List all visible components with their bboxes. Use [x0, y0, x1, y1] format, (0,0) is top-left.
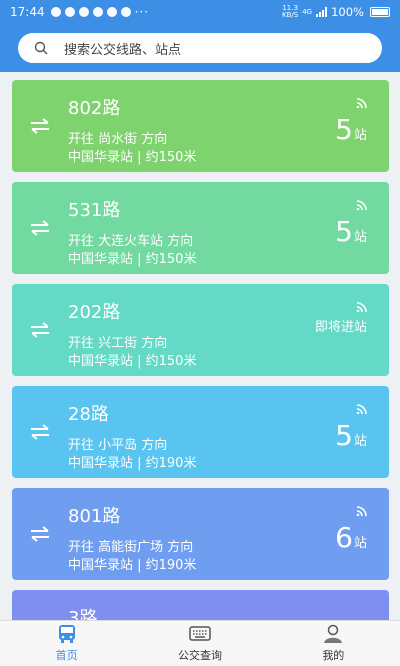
route-card-3[interactable]: 3路	[12, 590, 389, 620]
tab-label: 公交查询	[177, 649, 222, 662]
status-time: 17:44	[10, 5, 45, 19]
bus-icon	[58, 625, 75, 643]
route-card-28[interactable]: 28路 开往 小平岛 方向 中国华录站 | 约190米 5 站	[12, 386, 389, 478]
wechat-icon	[106, 7, 117, 17]
notification-icons	[50, 7, 131, 17]
route-direction: 开往 高能街广场 方向	[68, 540, 194, 555]
swap-direction-icon	[31, 220, 49, 236]
battery-level: 100%	[331, 5, 364, 19]
app-icon	[92, 7, 103, 17]
swap-direction-icon	[31, 526, 49, 542]
route-direction: 开往 小平岛 方向	[68, 438, 168, 453]
eta: 5 站	[335, 218, 367, 246]
route-name: 28路	[68, 404, 109, 425]
eta-unit: 站	[353, 536, 367, 551]
status-bar: 17:44 ··· 11.3 KB/S 4G 100%	[0, 0, 400, 24]
notification-icon	[50, 7, 61, 17]
swap-direction-icon	[31, 118, 49, 134]
tab-home[interactable]: 首页	[0, 621, 133, 666]
route-name: 801路	[68, 506, 121, 527]
route-name: 802路	[68, 98, 121, 119]
route-direction: 开往 大连火车站 方向	[68, 234, 194, 249]
network-type: 4G	[302, 8, 313, 16]
eta-stops: 5	[335, 113, 353, 146]
route-list[interactable]: 802路 开往 尚水街 方向 中国华录站 | 约150米 5 站 531路 开往…	[0, 72, 400, 620]
eta-unit: 站	[353, 230, 367, 245]
tab-label: 我的	[322, 649, 345, 662]
search-icon	[34, 41, 48, 55]
eta-stops: 5	[335, 215, 353, 248]
realtime-signal-icon	[356, 98, 367, 108]
route-name: 202路	[68, 302, 121, 323]
route-card-801[interactable]: 801路 开往 高能街广场 方向 中国华录站 | 约190米 6 站	[12, 488, 389, 580]
location-icon	[64, 7, 75, 17]
user-icon	[324, 624, 343, 643]
tab-mine[interactable]: 我的	[267, 621, 400, 666]
more-notifications-icon: ···	[134, 5, 150, 19]
route-direction: 开往 兴工街 方向	[68, 336, 168, 351]
realtime-signal-icon	[356, 506, 367, 516]
battery-icon	[370, 7, 390, 17]
eta-stops: 5	[335, 419, 353, 452]
realtime-signal-icon	[356, 404, 367, 414]
net-speed: 11.3 KB/S	[282, 4, 299, 19]
eta: 即将进站	[315, 316, 367, 335]
eta-stops: 6	[335, 521, 353, 554]
route-station: 中国华录站 | 约190米	[68, 456, 197, 471]
tab-label: 首页	[55, 649, 78, 662]
swap-direction-icon	[31, 424, 49, 440]
search-placeholder: 搜索公交线路、站点	[64, 42, 182, 58]
keyboard-icon	[189, 626, 211, 641]
app-icon	[78, 7, 89, 17]
eta-unit: 站	[353, 128, 367, 143]
signal-icon	[316, 7, 328, 17]
cloud-icon	[120, 7, 131, 17]
eta: 5 站	[335, 422, 367, 450]
eta-unit: 站	[353, 434, 367, 449]
eta-message: 即将进站	[314, 320, 367, 335]
search-bar[interactable]: 搜索公交线路、站点	[18, 33, 382, 63]
route-card-202[interactable]: 202路 开往 兴工街 方向 中国华录站 | 约150米 即将进站	[12, 284, 389, 376]
route-station: 中国华录站 | 约150米	[68, 252, 197, 267]
route-station: 中国华录站 | 约150米	[68, 354, 197, 369]
route-card-531[interactable]: 531路 开往 大连火车站 方向 中国华录站 | 约150米 5 站	[12, 182, 389, 274]
route-name: 531路	[68, 200, 121, 221]
realtime-signal-icon	[356, 302, 367, 312]
swap-direction-icon	[31, 322, 49, 338]
route-direction: 开往 尚水街 方向	[68, 132, 168, 147]
header: 搜索公交线路、站点	[0, 24, 400, 72]
eta: 5 站	[335, 116, 367, 144]
route-station: 中国华录站 | 约190米	[68, 558, 197, 573]
eta: 6 站	[335, 524, 367, 552]
route-card-802[interactable]: 802路 开往 尚水街 方向 中国华录站 | 约150米 5 站	[12, 80, 389, 172]
realtime-signal-icon	[356, 200, 367, 210]
route-name: 3路	[68, 608, 98, 620]
route-station: 中国华录站 | 约150米	[68, 150, 197, 165]
tab-bus-search[interactable]: 公交查询	[133, 621, 266, 666]
bottom-tab-bar: 首页 公交查询 我的	[0, 620, 400, 666]
